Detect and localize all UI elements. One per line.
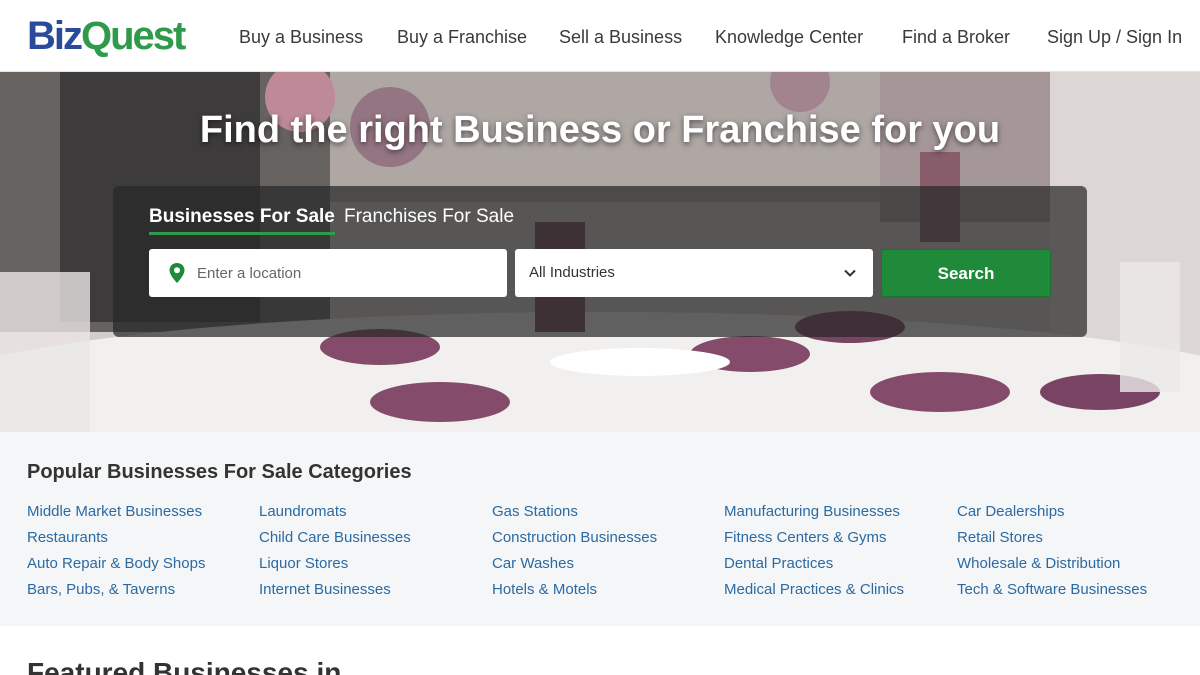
nav-find-a-broker[interactable]: Find a Broker bbox=[902, 24, 1010, 50]
category-link[interactable]: Medical Practices & Clinics bbox=[724, 577, 904, 603]
popular-categories: Popular Businesses For Sale Categories M… bbox=[0, 432, 1200, 626]
category-link[interactable]: Wholesale & Distribution bbox=[957, 551, 1147, 577]
location-field[interactable] bbox=[149, 249, 507, 297]
category-column: Car Dealerships Retail Stores Wholesale … bbox=[957, 499, 1147, 603]
logo-text-quest: Quest bbox=[81, 14, 186, 58]
featured-businesses-title: Featured Businesses in bbox=[27, 657, 342, 675]
nav-buy-a-business[interactable]: Buy a Business bbox=[239, 24, 363, 50]
tab-businesses-for-sale[interactable]: Businesses For Sale bbox=[149, 204, 335, 235]
nav-knowledge-center[interactable]: Knowledge Center bbox=[715, 24, 863, 50]
nav-buy-a-franchise[interactable]: Buy a Franchise bbox=[397, 24, 527, 50]
hero-title: Find the right Business or Franchise for… bbox=[199, 109, 1001, 151]
category-link[interactable]: Retail Stores bbox=[957, 525, 1147, 551]
category-link[interactable]: Tech & Software Businesses bbox=[957, 577, 1147, 603]
category-link[interactable]: Bars, Pubs, & Taverns bbox=[27, 577, 205, 603]
bizquest-logo[interactable]: BizQuest bbox=[27, 12, 186, 60]
logo-text-biz: Biz bbox=[27, 14, 83, 58]
categories-title: Popular Businesses For Sale Categories bbox=[27, 461, 412, 483]
search-panel: Businesses For Sale Franchises For Sale … bbox=[113, 186, 1087, 337]
category-link[interactable]: Liquor Stores bbox=[259, 551, 411, 577]
category-link[interactable]: Car Washes bbox=[492, 551, 657, 577]
tab-franchises-for-sale[interactable]: Franchises For Sale bbox=[344, 204, 514, 230]
category-column: Gas Stations Construction Businesses Car… bbox=[492, 499, 657, 603]
chevron-down-icon bbox=[844, 269, 856, 277]
category-link[interactable]: Car Dealerships bbox=[957, 499, 1147, 525]
map-pin-icon bbox=[169, 263, 185, 283]
category-column: Laundromats Child Care Businesses Liquor… bbox=[259, 499, 411, 603]
hero-banner: Find the right Business or Franchise for… bbox=[0, 72, 1200, 432]
category-link[interactable]: Construction Businesses bbox=[492, 525, 657, 551]
site-header: BizQuest Buy a Business Buy a Franchise … bbox=[0, 0, 1200, 72]
nav-sell-a-business[interactable]: Sell a Business bbox=[559, 24, 682, 50]
category-link[interactable]: Restaurants bbox=[27, 525, 205, 551]
nav-sign-up-sign-in[interactable]: Sign Up / Sign In bbox=[1047, 24, 1182, 50]
category-link[interactable]: Internet Businesses bbox=[259, 577, 411, 603]
category-link[interactable]: Child Care Businesses bbox=[259, 525, 411, 551]
category-link[interactable]: Auto Repair & Body Shops bbox=[27, 551, 205, 577]
category-column: Middle Market Businesses Restaurants Aut… bbox=[27, 499, 205, 603]
category-link[interactable]: Middle Market Businesses bbox=[27, 499, 205, 525]
location-input[interactable] bbox=[197, 249, 497, 297]
industry-select[interactable]: All Industries bbox=[515, 249, 873, 297]
search-button[interactable]: Search bbox=[881, 249, 1051, 297]
industry-selected-value: All Industries bbox=[529, 264, 615, 281]
category-link[interactable]: Gas Stations bbox=[492, 499, 657, 525]
category-link[interactable]: Manufacturing Businesses bbox=[724, 499, 904, 525]
category-link[interactable]: Fitness Centers & Gyms bbox=[724, 525, 904, 551]
category-column: Manufacturing Businesses Fitness Centers… bbox=[724, 499, 904, 603]
category-link[interactable]: Laundromats bbox=[259, 499, 411, 525]
category-link[interactable]: Hotels & Motels bbox=[492, 577, 657, 603]
category-link[interactable]: Dental Practices bbox=[724, 551, 904, 577]
